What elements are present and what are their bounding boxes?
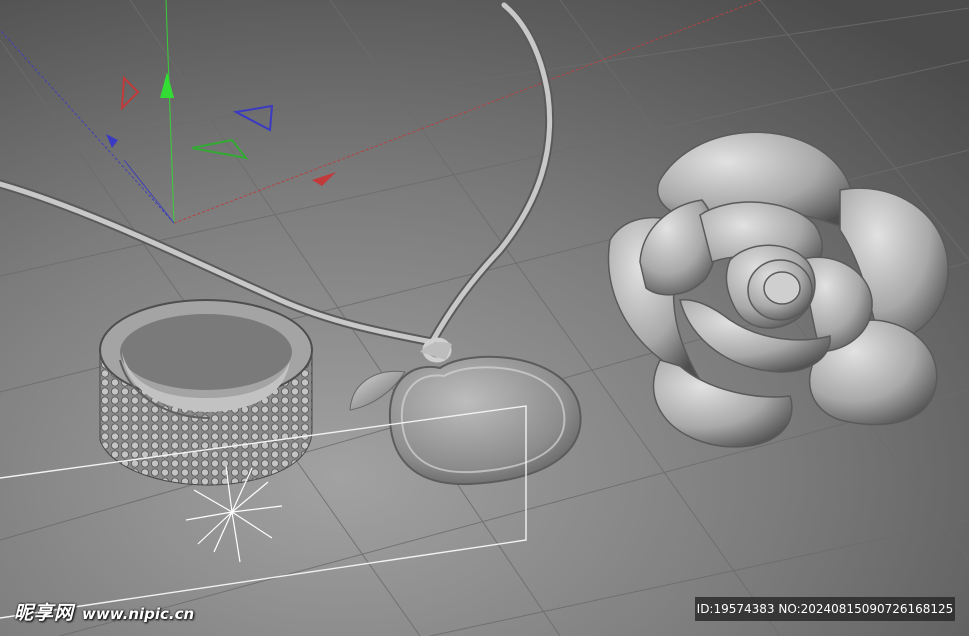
image-id-badge: ID:19574383 NO:20240815090726168125 [695, 597, 955, 621]
3d-viewport[interactable]: 昵享网 www.nipic.cn ID:19574383 NO:202408150… [0, 0, 969, 636]
watermark-brand: 昵享网 [14, 602, 75, 624]
ring[interactable] [99, 299, 313, 486]
watermark-url: www.nipic.cn [82, 605, 195, 623]
viewport-canvas[interactable] [0, 0, 969, 636]
watermark-logo: 昵享网 www.nipic.cn [14, 598, 194, 625]
